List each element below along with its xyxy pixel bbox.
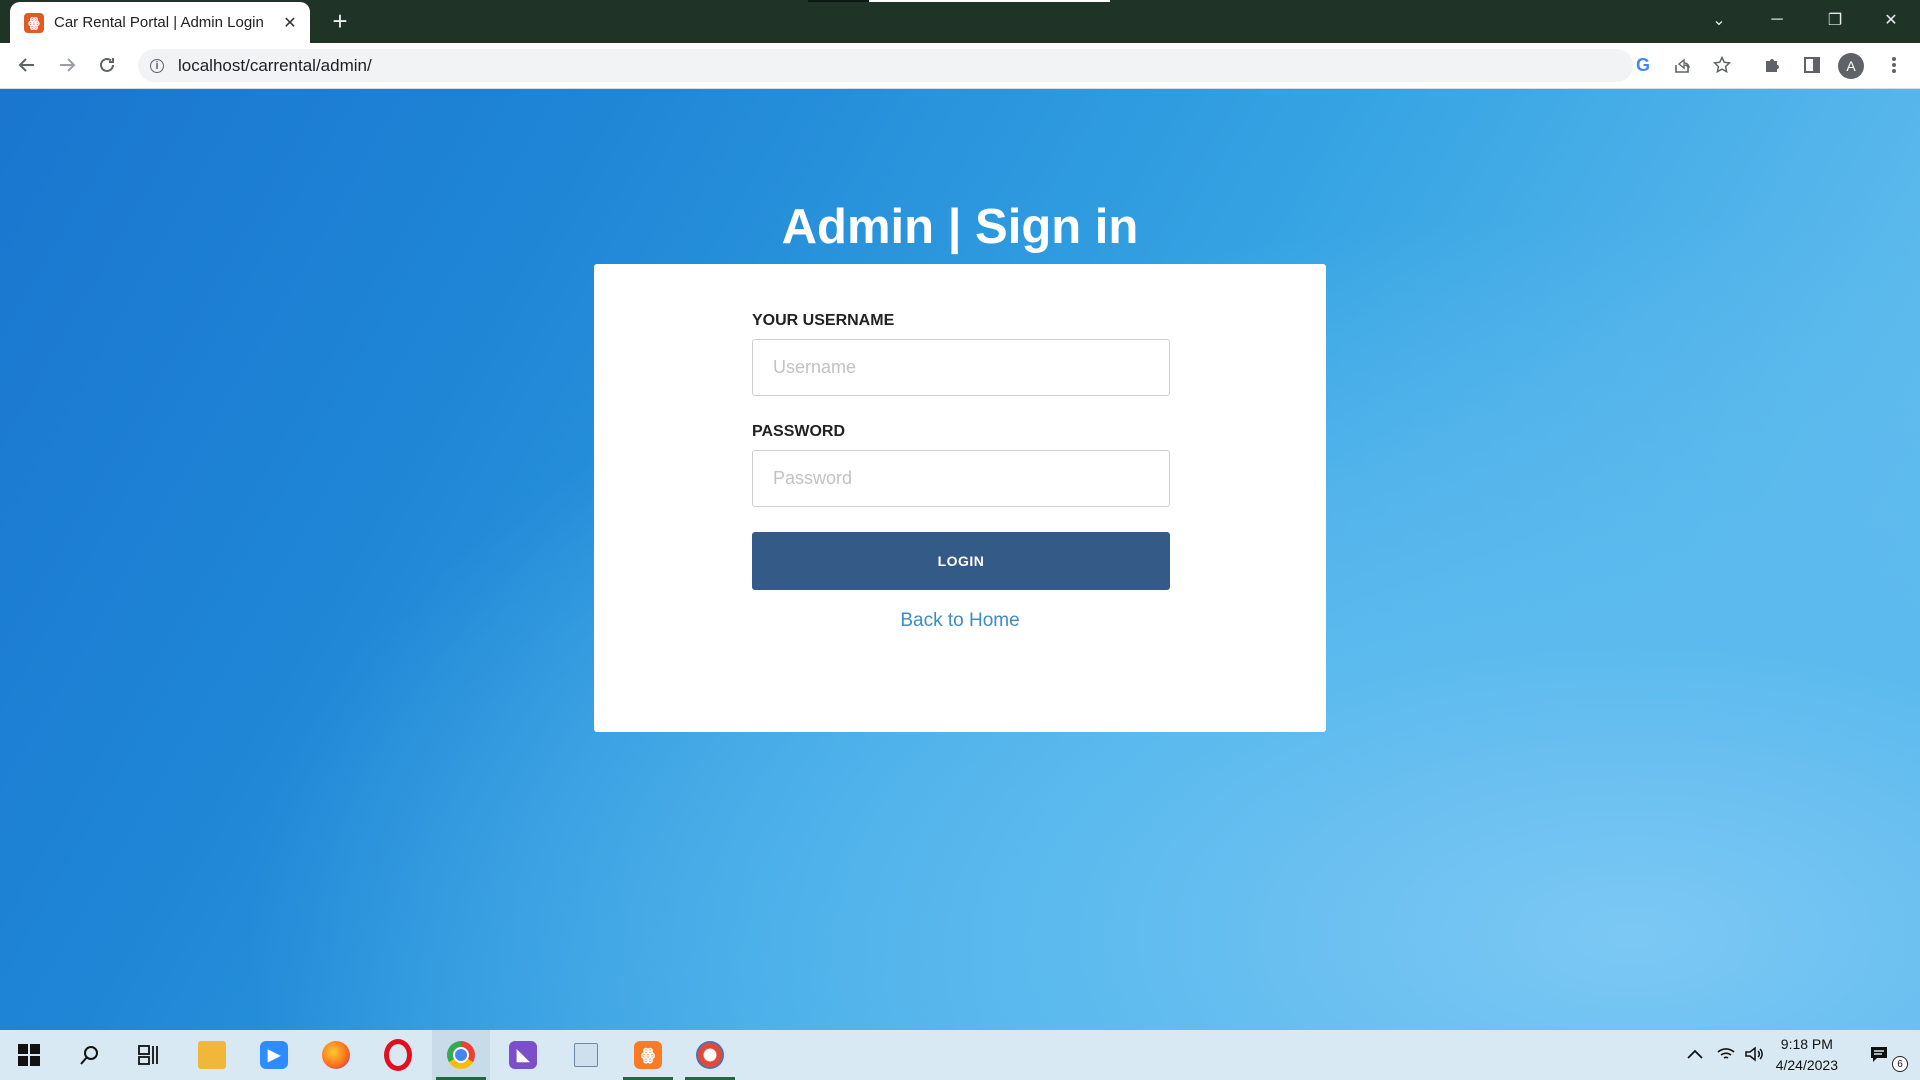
app-window-button[interactable] <box>557 1030 615 1080</box>
notification-center-icon[interactable] <box>1867 1042 1891 1066</box>
side-panel-icon[interactable] <box>1797 50 1827 80</box>
password-input[interactable] <box>752 450 1170 507</box>
puzzle-icon <box>1766 59 1779 72</box>
opera-button[interactable] <box>369 1030 427 1080</box>
three-dots-icon <box>1892 57 1896 73</box>
chrome-button[interactable] <box>432 1030 490 1080</box>
page-title: Admin | Sign in <box>781 200 1139 254</box>
chrome-icon <box>447 1041 475 1069</box>
xampp-icon: ꙮ <box>634 1041 662 1069</box>
tab-title: Car Rental Portal | Admin Login <box>54 14 264 31</box>
back-arrow-icon <box>18 58 34 72</box>
active-tab[interactable]: ꙮ Car Rental Portal | Admin Login ✕ <box>10 2 310 43</box>
browser-tab-strip: ꙮ Car Rental Portal | Admin Login ✕ + ⌄ … <box>0 0 1920 43</box>
folder-icon <box>198 1041 226 1069</box>
forward-button[interactable] <box>52 50 82 80</box>
back-button[interactable] <box>12 50 42 80</box>
chevron-up-icon <box>1687 1049 1703 1059</box>
windows-logo-icon <box>18 1044 40 1066</box>
show-hidden-icons-chevron-icon[interactable] <box>1683 1042 1707 1066</box>
wifi-icon <box>1717 1048 1735 1059</box>
reload-button[interactable] <box>92 50 122 80</box>
back-to-home-link[interactable]: Back to Home <box>594 610 1326 632</box>
restore-button[interactable]: ❐ <box>1806 0 1864 40</box>
zoom-camera-icon: ▶ <box>260 1041 288 1069</box>
site-info-icon[interactable]: i <box>150 58 164 73</box>
share-icon[interactable] <box>1667 50 1697 80</box>
paint-tool-button[interactable] <box>681 1030 739 1080</box>
username-label: YOUR USERNAME <box>752 312 895 329</box>
share-arrow-icon <box>1675 58 1690 73</box>
password-label: PASSWORD <box>752 423 846 440</box>
address-url[interactable]: localhost/carrental/admin/ <box>178 56 372 76</box>
loading-indicator-dark <box>808 0 869 2</box>
windows-taskbar: ▶ ◣ ꙮ 9:18 PM 4/24/2023 6 <box>0 1030 1920 1080</box>
search-icon <box>80 1046 98 1065</box>
task-view-icon <box>138 1045 158 1065</box>
login-card: YOUR USERNAME PASSWORD LOGIN Back to Hom… <box>594 264 1326 732</box>
username-input[interactable] <box>752 339 1170 396</box>
xampp-favicon-icon: ꙮ <box>24 12 44 33</box>
zoom-button[interactable]: ▶ <box>245 1030 303 1080</box>
tab-search-chevron-icon[interactable]: ⌄ <box>1690 0 1748 40</box>
close-window-button[interactable]: ✕ <box>1862 0 1920 40</box>
browser-toolbar: i localhost/carrental/admin/ G A <box>0 43 1920 89</box>
address-bar[interactable]: i localhost/carrental/admin/ <box>138 49 1633 82</box>
xampp-button[interactable]: ꙮ <box>619 1030 677 1080</box>
system-clock[interactable]: 9:18 PM 4/24/2023 <box>1776 1034 1838 1076</box>
login-button[interactable]: LOGIN <box>752 532 1170 590</box>
start-button[interactable] <box>0 1030 58 1080</box>
speaker-icon <box>1745 1046 1763 1062</box>
tab-close-icon[interactable]: ✕ <box>280 13 300 33</box>
volume-icon[interactable] <box>1742 1042 1766 1066</box>
task-view-button[interactable] <box>120 1030 178 1080</box>
opera-icon <box>384 1039 412 1071</box>
extensions-puzzle-icon[interactable] <box>1757 50 1787 80</box>
reload-icon <box>100 57 114 72</box>
firefox-icon <box>322 1041 350 1069</box>
clock-date: 4/24/2023 <box>1775 1057 1838 1073</box>
new-tab-button[interactable]: + <box>326 8 354 36</box>
profile-avatar[interactable]: A <box>1838 53 1864 79</box>
page-background: Admin | Sign in YOUR USERNAME PASSWORD L… <box>0 89 1920 1030</box>
minimize-button[interactable]: ─ <box>1748 0 1806 40</box>
visual-studio-icon: ◣ <box>509 1041 537 1069</box>
bookmark-star-icon[interactable] <box>1707 50 1737 80</box>
app-window-icon <box>574 1043 598 1067</box>
star-icon <box>1713 56 1731 74</box>
google-g-icon: G <box>1635 54 1650 75</box>
file-explorer-button[interactable] <box>183 1030 241 1080</box>
notification-count-badge: 6 <box>1892 1056 1908 1072</box>
network-icon[interactable] <box>1714 1042 1738 1066</box>
browser-menu-icon[interactable] <box>1879 50 1909 80</box>
panel-icon <box>1804 57 1820 73</box>
paint-tool-icon <box>696 1041 724 1069</box>
search-button[interactable] <box>61 1030 119 1080</box>
clock-time: 9:18 PM <box>1780 1036 1833 1052</box>
google-lens-icon[interactable]: G <box>1628 50 1658 80</box>
visual-studio-button[interactable]: ◣ <box>494 1030 552 1080</box>
forward-arrow-icon <box>60 58 76 72</box>
firefox-button[interactable] <box>307 1030 365 1080</box>
loading-indicator <box>869 0 1110 2</box>
chat-bubble-icon <box>1871 1047 1887 1062</box>
